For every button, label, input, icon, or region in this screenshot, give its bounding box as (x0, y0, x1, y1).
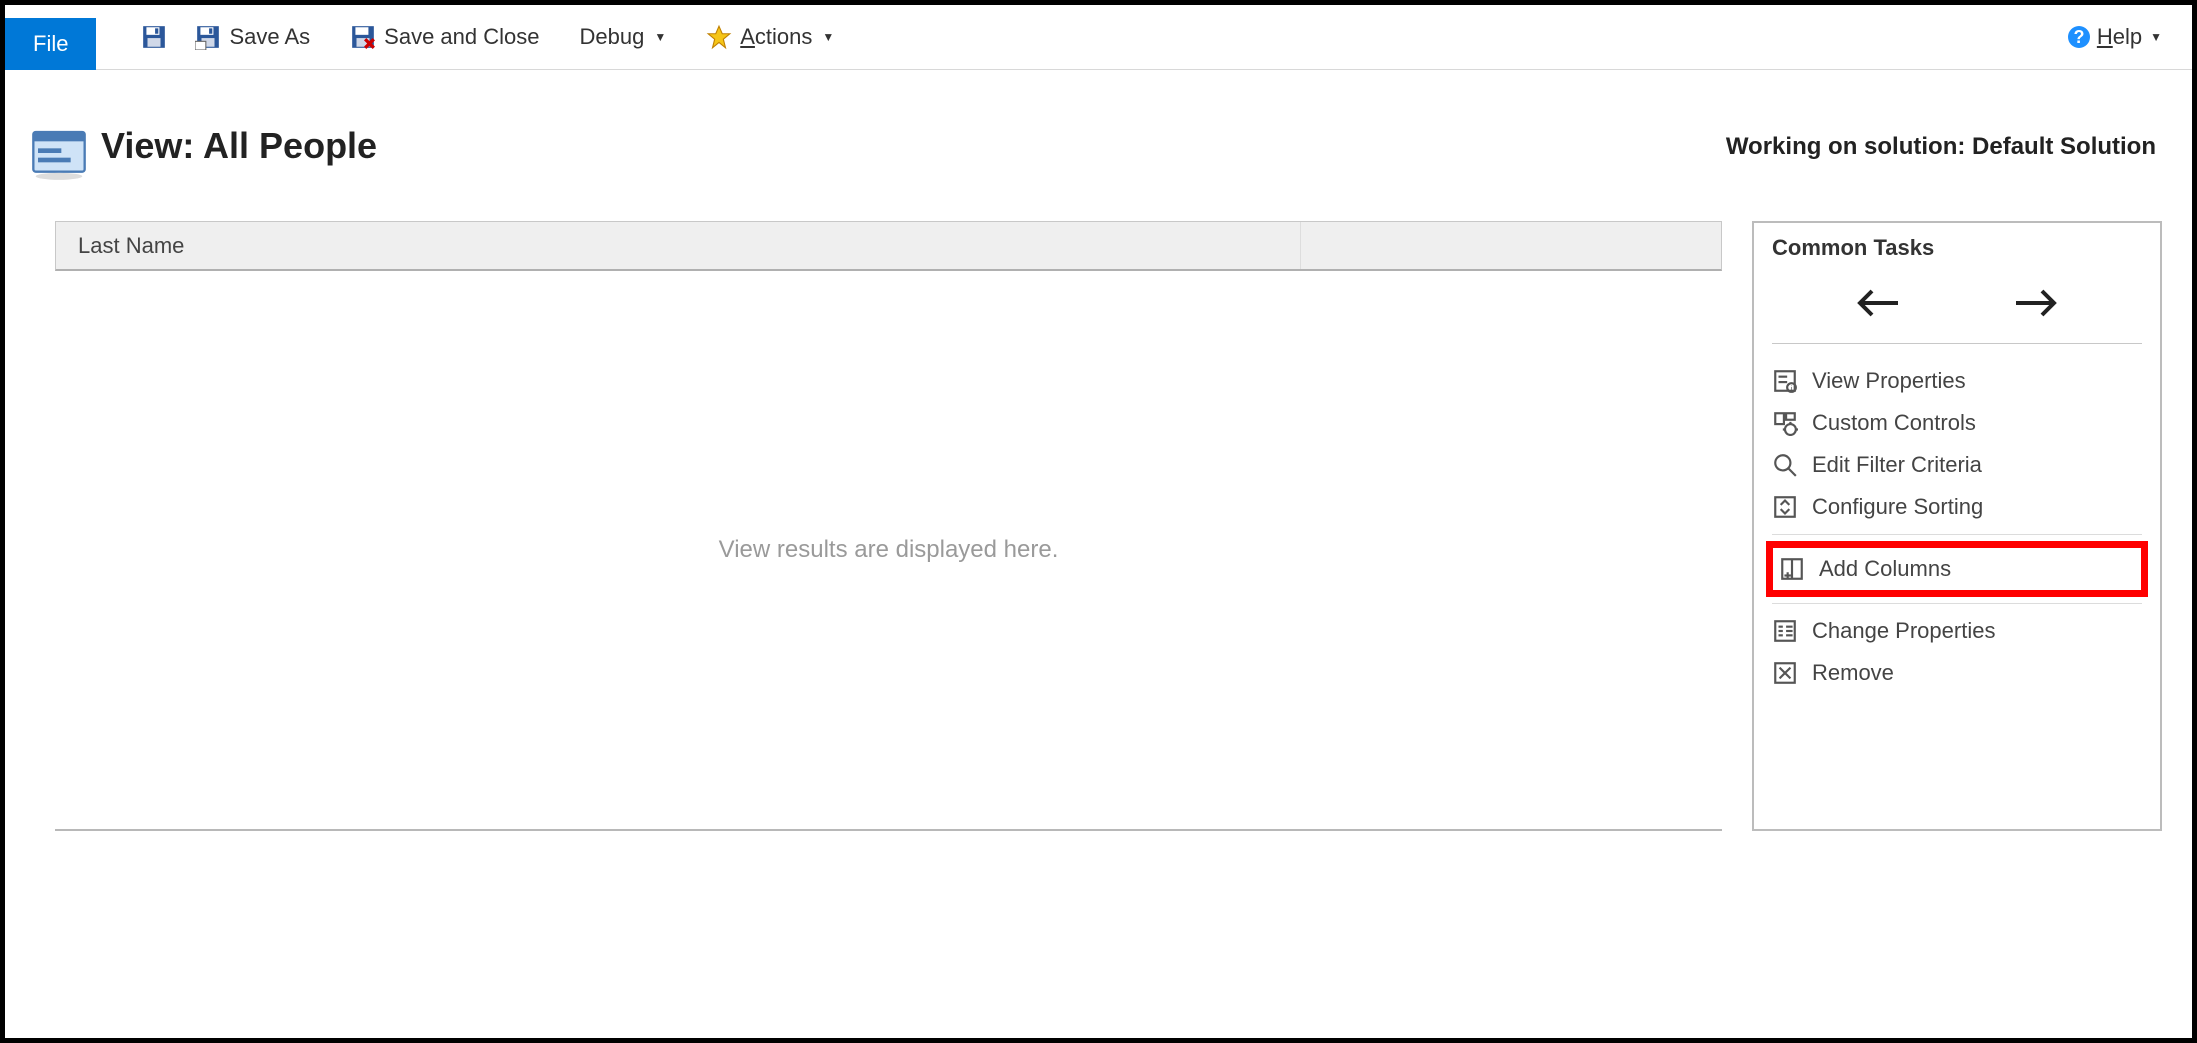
actions-menu[interactable]: Actions ▼ (706, 24, 834, 50)
search-icon (1772, 452, 1798, 478)
task-edit-filter-criteria[interactable]: Edit Filter Criteria (1772, 444, 2142, 486)
empty-message: View results are displayed here. (719, 536, 1059, 564)
add-column-icon (1779, 556, 1805, 582)
task-add-columns[interactable]: Add Columns (1779, 552, 2135, 586)
highlight-add-columns: Add Columns (1766, 541, 2148, 597)
help-label: Help (2097, 24, 2142, 50)
grid-header: Last Name (55, 221, 1722, 271)
nav-arrows (1772, 283, 2142, 339)
chevron-down-icon: ▼ (654, 30, 666, 44)
chevron-down-icon: ▼ (822, 30, 834, 44)
change-properties-icon (1772, 618, 1798, 644)
toolbar: File Save As (5, 5, 2192, 70)
arrow-right-icon[interactable] (2012, 289, 2060, 317)
save-as-label: Save As (229, 24, 310, 50)
svg-text:i: i (1791, 384, 1793, 393)
help-icon: ? (2067, 25, 2091, 49)
save-button[interactable] (141, 24, 167, 50)
svg-text:?: ? (2073, 27, 2084, 47)
task-custom-controls[interactable]: Custom Controls (1772, 402, 2142, 444)
view-window-icon (31, 125, 87, 181)
chevron-down-icon: ▼ (2150, 30, 2162, 44)
debug-label: Debug (580, 24, 645, 50)
task-change-properties[interactable]: Change Properties (1772, 610, 2142, 652)
grid-area: Last Name View results are displayed her… (55, 221, 1722, 831)
common-tasks-title: Common Tasks (1772, 235, 2142, 261)
controls-icon (1772, 410, 1798, 436)
save-close-icon (350, 24, 376, 50)
save-as-icon (195, 24, 221, 50)
grid-body: View results are displayed here. (55, 271, 1722, 831)
task-configure-sorting[interactable]: Configure Sorting (1772, 486, 2142, 528)
column-header-last-name[interactable]: Last Name (56, 233, 206, 259)
actions-label: Actions (740, 24, 812, 50)
page-title: View: All People (101, 125, 377, 167)
remove-icon (1772, 660, 1798, 686)
app-frame: File Save As (0, 0, 2197, 1043)
save-and-close-button[interactable]: Save and Close (350, 24, 539, 50)
common-tasks-panel: Common Tasks i View Properties Custom Co… (1752, 221, 2162, 831)
save-as-button[interactable]: Save As (195, 24, 310, 50)
task-remove[interactable]: Remove (1772, 652, 2142, 694)
task-view-properties[interactable]: i View Properties (1772, 360, 2142, 402)
sort-icon (1772, 494, 1798, 520)
solution-label: Working on solution: Default Solution (1726, 125, 2166, 161)
file-label: File (33, 31, 68, 57)
star-icon (706, 24, 732, 50)
column-divider[interactable] (1300, 222, 1301, 269)
debug-menu[interactable]: Debug ▼ (580, 24, 667, 50)
save-close-label: Save and Close (384, 24, 539, 50)
arrow-left-icon[interactable] (1854, 289, 1902, 317)
main-area: Last Name View results are displayed her… (5, 201, 2192, 831)
properties-icon: i (1772, 368, 1798, 394)
save-icon (141, 24, 167, 50)
title-row: View: All People Working on solution: De… (5, 70, 2192, 201)
file-menu-button[interactable]: File (5, 18, 96, 70)
help-menu[interactable]: ? Help ▼ (2067, 24, 2162, 50)
